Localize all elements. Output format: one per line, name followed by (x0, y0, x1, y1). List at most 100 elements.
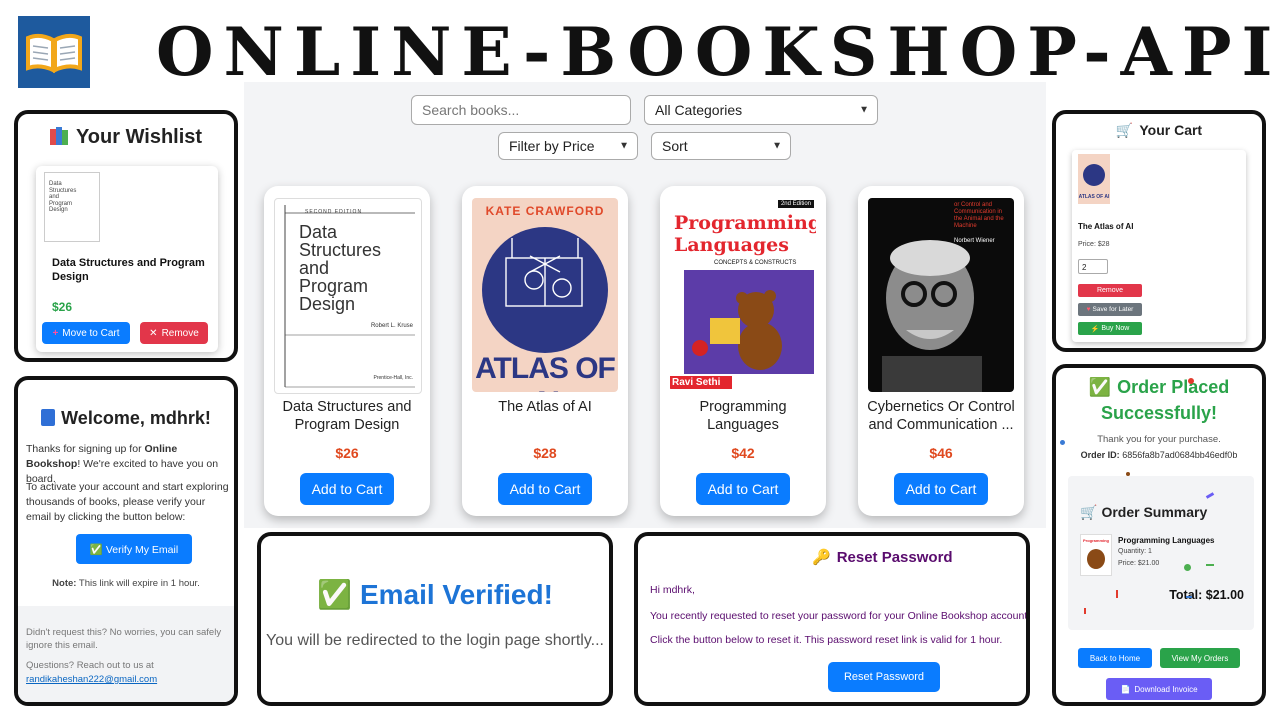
save-for-later-label: Save for Later (1092, 306, 1134, 313)
cart-item-card: ATLAS OF AI The Atlas of AI Price: $28 2… (1072, 150, 1246, 342)
buy-now-label: Buy Now (1101, 325, 1130, 332)
welcome-email-panel: Welcome, mdhrk! Thanks for signing up fo… (14, 376, 238, 706)
book-price: $28 (533, 445, 557, 461)
cover-publisher: Prentice-Hall, Inc. (373, 375, 413, 381)
download-invoice-label: Download Invoice (1134, 684, 1198, 694)
add-to-cart-button[interactable]: Add to Cart (300, 473, 394, 505)
remove-button[interactable]: ✕ Remove (140, 322, 208, 344)
book-title: The Atlas of AI (498, 399, 592, 415)
cover-art-teddy-bear (684, 270, 814, 374)
book-cover-data-structures: SECOND EDITION Data Structures and Progr… (274, 198, 422, 394)
wishlist-item-cover: Data Structures and Program Design (44, 172, 100, 242)
move-to-cart-button[interactable]: + Move to Cart (42, 322, 130, 344)
cart-title: Your Cart (1139, 122, 1203, 138)
cover-title: Data Structures and Program Design (299, 223, 381, 313)
cart-item-price: Price: $28 (1078, 241, 1110, 248)
cart-header: 🛒 Your Cart (1056, 122, 1262, 139)
save-for-later-button[interactable]: ♥ Save for Later (1078, 303, 1142, 316)
cover-title-line: and (299, 258, 330, 278)
cart-icon: 🛒 (1115, 122, 1134, 138)
email-footer: Didn't request this? No worries, you can… (18, 606, 234, 702)
note-label: Note: (52, 578, 77, 589)
price-filter-select[interactable]: Filter by Price ▼ (498, 132, 638, 160)
book-cover-programming-languages: 2nd Edition Programming Languages CONCEP… (670, 198, 816, 392)
cart-quantity-input[interactable]: 2 (1078, 259, 1108, 274)
book-cover-atlas-of-ai: KATE CRAWFORD ATLAS OF AI (472, 198, 618, 392)
welcome-heading-text: Welcome, mdhrk! (61, 408, 211, 428)
welcome-heading: Welcome, mdhrk! (18, 408, 234, 429)
footer-text: Didn't request this? No worries, you can… (26, 627, 222, 651)
cover-author: Ravi Sethi (670, 376, 732, 389)
category-select[interactable]: All Categories ▼ (644, 95, 878, 125)
welcome-paragraph-2: To activate your account and start explo… (26, 481, 229, 523)
quantity-value: 2 (1082, 263, 1087, 272)
book-card: KATE CRAWFORD ATLAS OF AI The Atlas of A… (462, 186, 628, 516)
logo-icon (18, 16, 90, 88)
add-to-cart-button[interactable]: Add to Cart (696, 473, 790, 505)
wishlist-panel: Your Wishlist Data Structures and Program De… (14, 110, 238, 362)
cover-author: Robert L. Kruse (370, 323, 413, 329)
blue-book-icon (41, 409, 56, 426)
reset-line-2: Click the button below to reset it. This… (650, 634, 1003, 646)
expiry-note: Note: This link will expire in 1 hour. (18, 578, 234, 589)
reset-title: Reset Password (836, 549, 953, 566)
cover-title-line: Structures (299, 240, 382, 260)
wishlist-header: Your Wishlist (18, 126, 234, 149)
chevron-down-icon: ▼ (619, 140, 629, 152)
welcome-text: Thanks for signing up for (26, 443, 145, 455)
cart-cover-title: ATLAS OF AI (1078, 194, 1110, 200)
wishlist-item-price: $26 (52, 300, 73, 314)
bolt-icon: ⚡ (1090, 325, 1100, 333)
price-filter-value: Filter by Price (509, 138, 595, 154)
cart-item-title: The Atlas of AI (1078, 222, 1134, 231)
cover-title-line: Design (299, 294, 356, 314)
book-title: Programming Languages (699, 399, 787, 433)
cover-subtitle: or Control and Communication in the Anim… (954, 202, 1004, 229)
book-price: $46 (929, 445, 953, 461)
note-text: This link will expire in 1 hour. (76, 578, 200, 589)
reset-line-1: You recently requested to reset your pas… (650, 610, 1030, 622)
check-icon: ✅ (317, 579, 352, 610)
chevron-down-icon: ▼ (772, 140, 782, 152)
book-cover-cybernetics: or Control and Communication in the Anim… (868, 198, 1014, 392)
cover-edition: SECOND EDITION (305, 209, 363, 215)
category-value: All Categories (655, 102, 743, 118)
sort-value: Sort (662, 138, 688, 154)
cart-remove-button[interactable]: Remove (1078, 284, 1142, 297)
book-price: $42 (731, 445, 755, 461)
move-to-cart-label: Move to Cart (62, 327, 120, 339)
book-card: SECOND EDITION Data Structures and Progr… (264, 186, 430, 516)
verified-heading: ✅ Email Verified! (261, 578, 609, 611)
cover-title-line: Program (299, 276, 369, 296)
reset-password-button[interactable]: Reset Password (828, 662, 940, 692)
wishlist-item-title: Data Structures and Program Design (52, 257, 205, 283)
reset-password-panel: 🔑 Reset Password Hi mdhrk, You recently r… (634, 532, 1030, 706)
close-icon: ✕ (149, 327, 158, 339)
add-to-cart-button[interactable]: Add to Cart (894, 473, 988, 505)
book-price: $26 (335, 445, 359, 461)
wishlist-title: Your Wishlist (75, 126, 203, 148)
email-verified-panel: ✅ Email Verified! You will be redirected … (257, 532, 613, 706)
cover-title-line: Data (299, 222, 338, 242)
cart-panel: 🛒 Your Cart ATLAS OF AI The Atlas of AI P… (1052, 110, 1266, 352)
back-to-home-button[interactable]: Back to Home (1078, 648, 1152, 668)
buy-now-button[interactable]: ⚡ Buy Now (1078, 322, 1142, 335)
add-to-cart-button[interactable]: Add to Cart (498, 473, 592, 505)
footer-text: Questions? Reach out to us at (26, 660, 154, 671)
cover-author: Norbert Wiener (954, 238, 995, 244)
wishlist-item-card: Data Structures and Program Design Data Stru… (36, 166, 218, 352)
plus-icon: + (52, 327, 59, 339)
search-input[interactable]: Search books... (411, 95, 631, 125)
view-my-orders-button[interactable]: View My Orders (1160, 648, 1240, 668)
cart-item-cover: ATLAS OF AI (1078, 154, 1110, 204)
download-invoice-button[interactable]: 📄 Download Invoice (1106, 678, 1212, 700)
support-email-link[interactable]: randikaheshan222@gmail.com (26, 674, 157, 685)
book-title: Data Structures and Program Design (282, 399, 412, 433)
reset-greeting: Hi mdhrk, (650, 584, 695, 596)
books-icon (49, 127, 70, 145)
book-card: or Control and Communication in the Anim… (858, 186, 1024, 516)
search-placeholder: Search books... (422, 102, 520, 118)
verify-email-button[interactable]: ✅ Verify My Email (76, 534, 192, 564)
cover-title: ATLAS OF AI (475, 352, 616, 392)
sort-select[interactable]: Sort ▼ (651, 132, 791, 160)
